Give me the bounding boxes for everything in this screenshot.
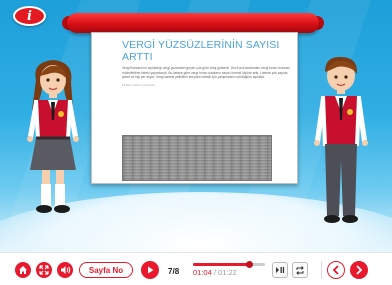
progress-thumb[interactable]: [246, 261, 254, 268]
page-total: 8: [174, 267, 180, 276]
progress-track[interactable]: [193, 261, 265, 268]
pause-button[interactable]: [272, 262, 288, 278]
home-icon: [19, 266, 27, 274]
play-icon: [148, 266, 154, 274]
chevron-left-icon: [332, 265, 339, 275]
control-divider: [321, 261, 322, 279]
volume-button[interactable]: [57, 262, 73, 278]
time-elapsed: 01:04: [193, 268, 212, 277]
page-current: 7: [168, 267, 173, 276]
player-control-bar: Sayfa No 7/8 01:04 / 01:22: [0, 252, 392, 285]
home-button[interactable]: [15, 262, 31, 278]
page-counter: 7/8: [168, 267, 180, 276]
girl-student-character: [27, 60, 79, 213]
volume-icon: [60, 266, 70, 274]
pause-icon: [276, 267, 285, 273]
time-display: 01:04 / 01:22: [193, 268, 237, 277]
projector-screen-rod: [67, 13, 319, 33]
next-page-button[interactable]: [350, 261, 368, 279]
boy-student-character: [314, 56, 368, 223]
time-total: 01:22: [218, 268, 237, 277]
fullscreen-icon: [39, 265, 49, 275]
article-photo: [122, 135, 272, 181]
progress-fill: [193, 263, 250, 266]
previous-page-button[interactable]: [327, 261, 345, 279]
repeat-button[interactable]: [292, 262, 308, 278]
logo: i: [13, 6, 46, 26]
repeat-icon: [296, 265, 304, 275]
projector-screen: VERGİ YÜZSÜZLERİNİN SAYISI ARTTI Vergi B…: [91, 32, 298, 184]
play-button[interactable]: [141, 261, 159, 279]
article-title: VERGİ YÜZSÜZLERİNİN SAYISI ARTTI: [122, 39, 280, 63]
article-meta: 15 Ekim 2014 Çarşamba: [122, 82, 156, 87]
page-number-button[interactable]: Sayfa No: [79, 262, 133, 278]
logo-letter: i: [27, 8, 32, 24]
chevron-right-icon: [356, 265, 363, 275]
article-body: Vergi Borsası'nın açıkladığı vergi yüzsü…: [122, 66, 290, 80]
fullscreen-button[interactable]: [36, 262, 52, 278]
lesson-stage: i VERGİ YÜZSÜZLERİNİN SAYISI ARTTI Vergi…: [0, 0, 392, 252]
